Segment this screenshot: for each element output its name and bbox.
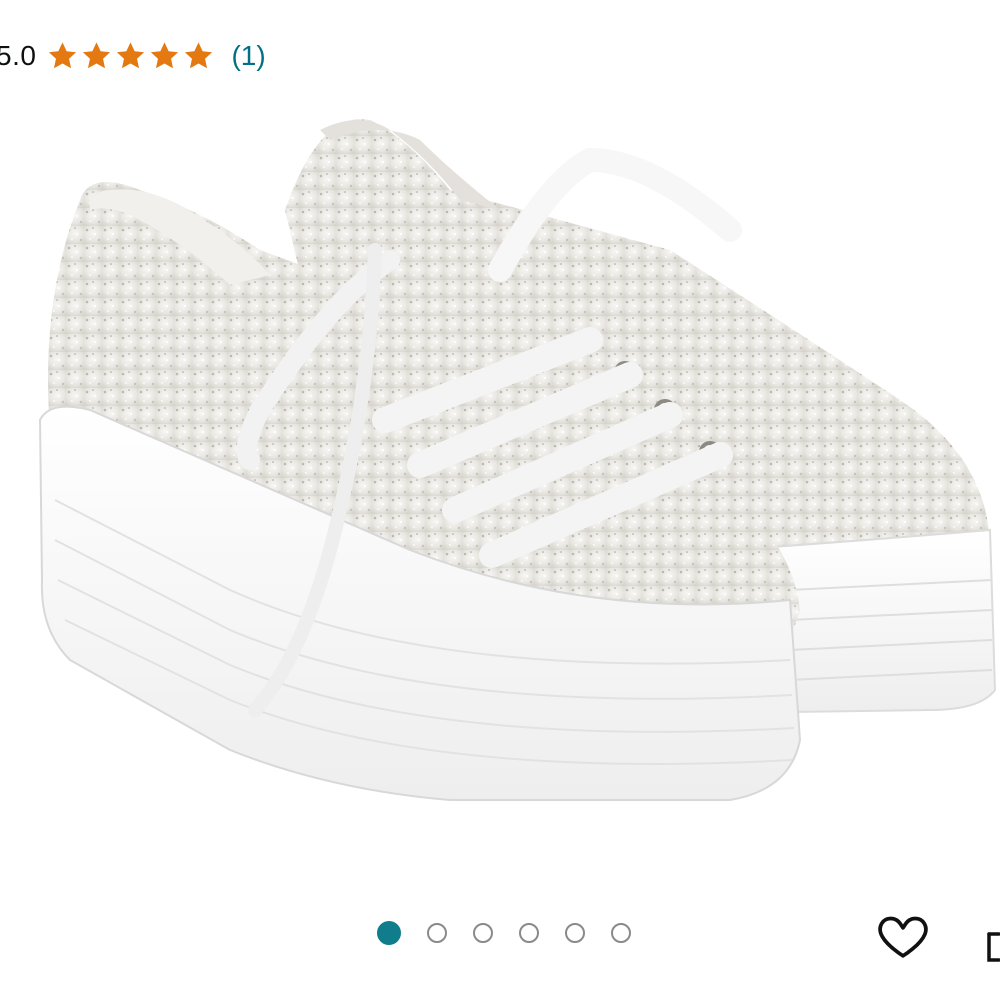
carousel-dot-3[interactable] (473, 923, 493, 943)
star-icon (148, 40, 181, 72)
product-page: 5.0 (1) (0, 0, 1000, 1000)
wishlist-button[interactable] (875, 908, 931, 964)
star-icon (46, 40, 79, 72)
carousel-dot-5[interactable] (565, 923, 585, 943)
star-rating[interactable] (46, 40, 215, 72)
image-carousel-indicators[interactable] (377, 921, 631, 945)
star-icon (182, 40, 215, 72)
carousel-dot-2[interactable] (427, 923, 447, 943)
product-image[interactable] (30, 100, 1000, 840)
share-icon (987, 932, 1000, 962)
rating-row[interactable]: 5.0 (1) (0, 36, 266, 76)
star-icon (80, 40, 113, 72)
carousel-dot-6[interactable] (611, 923, 631, 943)
carousel-dot-4[interactable] (519, 923, 539, 943)
share-button[interactable] (985, 928, 1000, 964)
heart-icon (878, 916, 928, 958)
carousel-dot-1[interactable] (377, 921, 401, 945)
star-icon (114, 40, 147, 72)
rating-value: 5.0 (0, 40, 37, 71)
review-count-link[interactable]: (1) (231, 40, 265, 72)
